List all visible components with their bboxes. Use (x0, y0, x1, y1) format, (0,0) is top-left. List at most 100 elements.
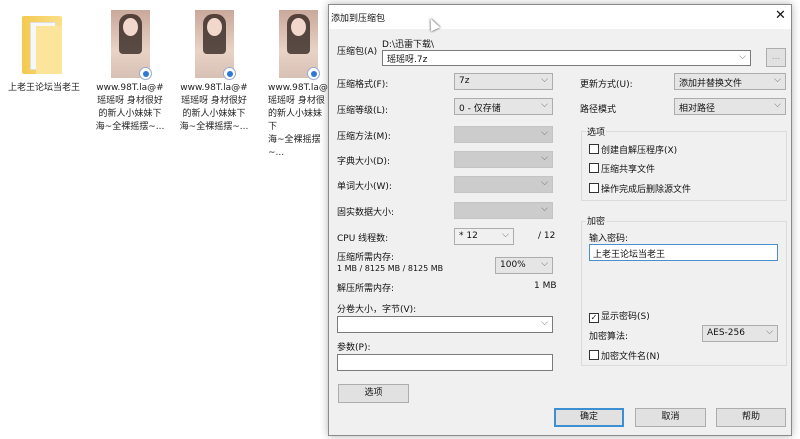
video-thumbnail[interactable] (111, 10, 152, 80)
file-label-line: 的新人小妹妹下 (98, 109, 162, 119)
file-label-line: 海~全裸摇摆~... (95, 122, 165, 132)
threads-max: / 12 (538, 231, 556, 241)
threads-select[interactable]: * 12 ⌵ (454, 228, 514, 245)
threads-value: * 12 (459, 231, 478, 241)
params-input[interactable] (337, 354, 553, 371)
level-label: 压缩等级(L): (337, 106, 389, 116)
folder-label: 上老王论坛当老王 (7, 83, 80, 93)
file-label: www.98T.la@ 瑶瑶呀 身材很 的新人小妹妹下 海~全裸摇摆~... (256, 82, 328, 160)
archive-label: 压缩包(A) (337, 47, 378, 57)
solid-label: 固实数据大小: (337, 208, 395, 218)
file-label-line: 海~全裸摇摆~... (268, 135, 321, 158)
ok-button[interactable]: 确定 (554, 408, 624, 427)
update-label: 更新方式(U): (580, 80, 633, 90)
checkbox-label: 加密文件名(N) (601, 352, 660, 362)
mem-compress-detail: 1 MB / 8125 MB / 8125 MB (337, 264, 444, 273)
add-to-archive-dialog: 添加到压缩包 ✕ 压缩包(A) D:\迅雷下载\ 瑶瑶呀.7z ⌵ ... 压缩格… (328, 4, 792, 436)
encrypt-names-checkbox[interactable]: 加密文件名(N) (589, 349, 660, 362)
solid-select: ⌵ (454, 202, 553, 219)
checkbox-label: 显示密码(S) (601, 312, 650, 322)
checkbox-label: 操作完成后删除源文件 (601, 185, 692, 195)
file-label: www.98T.la@# 瑶瑶呀 身材很好 的新人小妹妹下 海~全裸摇摆~... (88, 82, 172, 134)
threads-label: CPU 线程数: (337, 234, 389, 244)
chevron-down-icon: ⌵ (541, 75, 548, 85)
chevron-down-icon: ⌵ (541, 178, 548, 188)
archive-path: D:\迅雷下载\ (382, 40, 435, 50)
chevron-down-icon: ⌵ (541, 259, 548, 269)
title-bar[interactable]: 添加到压缩包 ✕ (329, 5, 791, 29)
chevron-down-icon: ⌵ (541, 100, 548, 110)
algo-label: 加密算法: (589, 332, 629, 342)
folder-icon (22, 16, 62, 74)
checkbox-box (589, 183, 599, 193)
archive-name-combo[interactable]: 瑶瑶呀.7z ⌵ (382, 50, 751, 66)
split-label: 分卷大小，字节(V): (337, 305, 417, 315)
chevron-down-icon: ⌵ (774, 100, 781, 110)
pathmode-label: 路径模式 (580, 105, 617, 115)
sfx-checkbox[interactable]: 创建自解压程序(X) (589, 143, 677, 156)
checkbox-box (589, 350, 599, 360)
cancel-button[interactable]: 取消 (635, 408, 706, 427)
word-select: ⌵ (454, 176, 553, 193)
algo-value: AES-256 (707, 328, 745, 338)
method-select: ⌵ (454, 126, 553, 143)
checkbox-box (589, 144, 599, 154)
help-button[interactable]: 帮助 (716, 408, 786, 427)
word-label: 单词大小(W): (337, 182, 392, 192)
file-label-line: 的新人小妹妹下 (182, 109, 246, 119)
shortcut-icon (223, 67, 236, 80)
format-select[interactable]: 7z ⌵ (454, 73, 553, 90)
pathmode-select[interactable]: 相对路径 ⌵ (674, 98, 786, 115)
dialog-title: 添加到压缩包 (331, 14, 386, 24)
video-thumbnail[interactable] (279, 10, 320, 80)
password-input[interactable]: 上老王论坛当老王 (589, 244, 778, 261)
browse-button[interactable]: ... (766, 48, 786, 67)
chevron-down-icon: ⌵ (766, 327, 773, 337)
format-value: 7z (459, 76, 470, 86)
checkbox-label: 压缩共享文件 (601, 165, 656, 175)
checkbox-label: 创建自解压程序(X) (601, 146, 678, 156)
method-label: 压缩方法(M): (337, 132, 391, 142)
checkmark-icon: ✓ (589, 313, 599, 323)
mem-percent-value: 100% (500, 260, 526, 270)
chevron-down-icon: ⌵ (541, 318, 548, 328)
pathmode-value: 相对路径 (679, 104, 716, 114)
mem-decompress-value: 1 MB (534, 281, 557, 291)
file-label-line: www.98T.la@# (96, 83, 164, 93)
options-button[interactable]: 选项 (338, 384, 409, 403)
show-password-checkbox[interactable]: ✓ 显示密码(S) (589, 309, 650, 323)
close-icon[interactable]: ✕ (775, 8, 786, 23)
chevron-down-icon: ⌵ (541, 153, 548, 163)
delete-source-checkbox[interactable]: 操作完成后删除源文件 (589, 182, 691, 195)
archive-name-value: 瑶瑶呀.7z (387, 55, 428, 65)
mem-percent-select[interactable]: 100% ⌵ (495, 257, 553, 274)
format-label: 压缩格式(F): (337, 80, 389, 90)
algo-select[interactable]: AES-256 ⌵ (702, 325, 778, 342)
update-select[interactable]: 添加并替换文件 ⌵ (674, 73, 786, 90)
shared-checkbox[interactable]: 压缩共享文件 (589, 162, 655, 175)
file-label-line: 瑶瑶呀 身材很好 (97, 96, 163, 106)
encryption-group-title: 加密 (586, 214, 607, 227)
level-select[interactable]: 0 - 仅存储 ⌵ (454, 98, 553, 115)
file-label: www.98T.la@# 瑶瑶呀 身材很好 的新人小妹妹下 海~全裸摇摆~... (172, 82, 256, 134)
video-thumbnail[interactable] (195, 10, 236, 80)
chevron-down-icon: ⌵ (739, 52, 746, 62)
file-label-line: www.98T.la@ (268, 83, 328, 93)
dict-label: 字典大小(D): (337, 157, 390, 167)
split-combo[interactable]: ⌵ (337, 316, 553, 333)
params-label: 参数(P): (337, 343, 371, 353)
file-label-line: 瑶瑶呀 身材很 (268, 96, 325, 106)
mem-decompress-label: 解压所需内存: (337, 284, 395, 294)
file-label-line: 海~全裸摇摆~... (179, 122, 249, 132)
chevron-down-icon: ⌵ (502, 230, 509, 240)
level-value: 0 - 仅存储 (459, 104, 501, 114)
chevron-down-icon: ⌵ (774, 75, 781, 85)
file-label-line: www.98T.la@# (180, 83, 248, 93)
checkbox-box (589, 163, 599, 173)
mem-compress-label: 压缩所需内存: (337, 253, 395, 263)
desktop-folder[interactable] (22, 12, 62, 78)
shortcut-icon (139, 67, 152, 80)
shortcut-icon (307, 67, 320, 80)
chevron-down-icon: ⌵ (541, 128, 548, 138)
password-label: 输入密码: (589, 234, 629, 244)
